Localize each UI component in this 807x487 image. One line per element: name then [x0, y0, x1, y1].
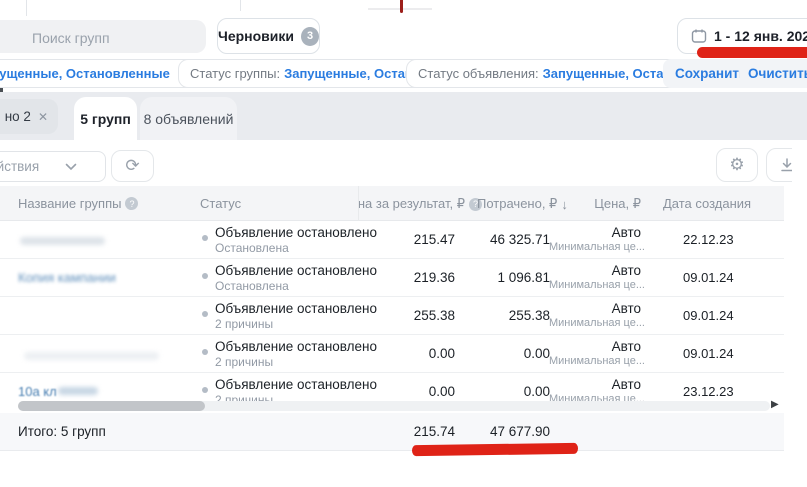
red-marker-underline-date	[697, 47, 807, 58]
status-text: Объявление остановлено	[215, 263, 377, 278]
status-text: Объявление остановлено	[215, 225, 377, 240]
created-date: 09.01.24	[683, 346, 734, 361]
table-row[interactable]: Копия кампании Объявление остановлено Ос…	[0, 259, 784, 297]
table-row[interactable]: 10а кл Объявление остановлено 2 причины …	[0, 373, 784, 400]
censored-group-name	[20, 237, 105, 245]
status-text: Объявление остановлено	[215, 301, 377, 316]
calendar-icon	[691, 28, 707, 44]
clear-filters-button[interactable]: Очистить	[740, 59, 807, 88]
status-subtext: Остановлена	[215, 279, 289, 293]
cpr-value: 215.47	[370, 232, 455, 247]
download-icon	[780, 158, 792, 172]
created-date: 23.12.23	[683, 384, 734, 399]
status-subtext: 2 причины	[215, 317, 273, 331]
sort-desc-icon: ↓	[561, 197, 568, 212]
column-header-cpr[interactable]: Цена за результат, ₽ ?	[358, 196, 482, 212]
scroll-right-icon[interactable]: ▶	[771, 399, 779, 410]
horizontal-scrollbar-thumb[interactable]	[18, 401, 205, 411]
price-subtext: Минимальная це...	[524, 279, 645, 291]
censored-group-name	[58, 387, 98, 395]
price-subtext: Минимальная це...	[524, 355, 645, 367]
red-marker-underline-total	[412, 443, 578, 456]
tab-ads[interactable]: 8 объявлений	[140, 97, 237, 140]
drafts-count-badge: 3	[301, 27, 319, 46]
selection-chip[interactable]: но 2 ✕	[0, 99, 58, 134]
export-button[interactable]	[766, 148, 792, 182]
status-dot-icon	[202, 349, 208, 355]
filter-prefix: Статус объявления:	[418, 66, 539, 81]
table-row[interactable]: Объявление остановлено 2 причины 255.38 …	[0, 297, 784, 335]
actions-label: Действия	[0, 159, 39, 174]
filter-prefix: Статус группы:	[190, 66, 280, 81]
date-range-value: 1 - 12 янв. 2024	[714, 28, 807, 44]
table-header: Название группы ? Статус Цена за результ…	[0, 186, 784, 221]
price-value: Авто	[540, 301, 641, 316]
price-subtext: Минимальная це...	[524, 317, 645, 329]
status-dot-icon	[202, 311, 208, 317]
export-button-clipped[interactable]	[766, 148, 792, 182]
selection-label: но 2	[5, 109, 31, 124]
drafts-button[interactable]: Черновики 3	[217, 18, 320, 54]
column-header-name[interactable]: Название группы ?	[18, 196, 138, 211]
column-header-created[interactable]: Дата создания	[663, 196, 751, 211]
spent-total: 47 677.90	[455, 424, 550, 439]
drafts-label: Черновики	[218, 28, 294, 44]
group-name-link[interactable]: 10а кл	[18, 384, 57, 399]
cpr-value: 255.38	[370, 308, 455, 323]
price-subtext: Минимальная це...	[524, 241, 645, 253]
save-label: Сохранить	[675, 66, 747, 81]
tab-groups[interactable]: 5 групп	[74, 97, 137, 140]
cutoff-divider	[26, 0, 27, 16]
price-value: Авто	[540, 339, 641, 354]
cpr-total: 215.74	[370, 424, 455, 439]
refresh-button[interactable]: ⟳	[111, 150, 154, 182]
status-subtext: 2 причины	[215, 355, 273, 369]
help-icon[interactable]: ?	[125, 197, 138, 210]
table-row[interactable]: Объявление остановлено Остановлена 215.4…	[0, 221, 784, 259]
column-header-price[interactable]: Цена, ₽	[594, 196, 641, 212]
cpr-value: 219.36	[370, 270, 455, 285]
column-header-status[interactable]: Статус	[200, 196, 241, 211]
price-value: Авто	[540, 225, 641, 240]
close-icon[interactable]: ✕	[38, 110, 48, 124]
created-date: 22.12.23	[683, 232, 734, 247]
refresh-icon: ⟳	[125, 156, 139, 176]
clear-label: Очистить	[748, 66, 807, 81]
status-dot-icon	[202, 273, 208, 279]
created-date: 09.01.24	[683, 308, 734, 323]
table-footer: Итого: 5 групп 215.74 47 677.90	[0, 413, 784, 451]
ads-manager-screen: Черновики 3 1 - 12 янв. 2024 Запущенные,…	[0, 0, 807, 487]
status-dot-icon	[202, 235, 208, 241]
cutoff-divider	[240, 0, 241, 11]
cpr-value: 0.00	[370, 384, 455, 399]
chevron-down-icon	[65, 163, 77, 171]
settings-button[interactable]: ⚙	[716, 148, 758, 182]
red-marker-fragment	[400, 0, 403, 13]
status-dot-icon	[202, 387, 208, 393]
actions-dropdown[interactable]: Действия	[0, 151, 106, 182]
tab-groups-label: 5 групп	[80, 111, 131, 127]
filter-value: Запущенные, Остановленные	[0, 66, 170, 81]
totals-label: Итого: 5 групп	[18, 424, 106, 439]
table-row[interactable]: Объявление остановлено 2 причины 0.00 0.…	[0, 335, 784, 373]
cpr-value: 0.00	[370, 346, 455, 361]
column-header-spent[interactable]: Потрачено, ₽ ↓	[477, 196, 568, 212]
tab-ads-label: 8 объявлений	[144, 111, 234, 127]
status-text: Объявление остановлено	[215, 377, 377, 392]
filter-chip-campaign-status[interactable]: Запущенные, Остановленные ✕	[0, 59, 199, 88]
censored-group-name	[24, 352, 159, 360]
group-search-field[interactable]	[0, 20, 206, 53]
price-value: Авто	[540, 377, 641, 392]
gear-icon: ⚙	[729, 155, 744, 175]
group-name-link[interactable]: Копия кампании	[18, 270, 116, 285]
status-subtext: Остановлена	[215, 241, 289, 255]
search-input[interactable]	[30, 20, 194, 55]
scrollable-header-area: Цена за результат, ₽ ? Потрачено, ₽ ↓ Це…	[358, 186, 784, 221]
created-date: 09.01.24	[683, 270, 734, 285]
status-text: Объявление остановлено	[215, 339, 377, 354]
price-value: Авто	[540, 263, 641, 278]
